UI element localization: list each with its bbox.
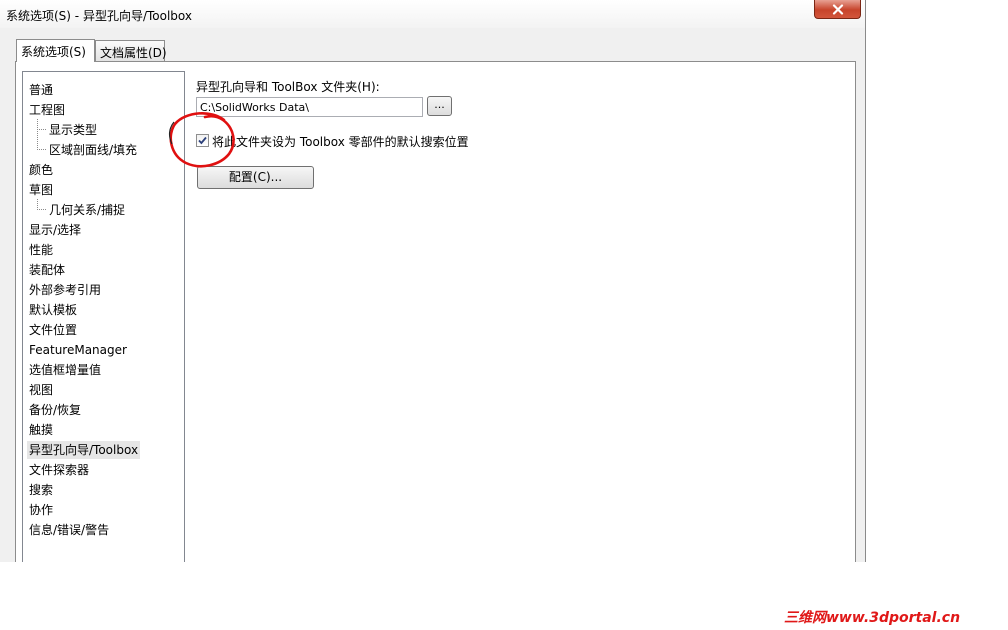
tree-item-file-locations[interactable]: 文件位置 xyxy=(27,321,79,339)
tree-item-view[interactable]: 视图 xyxy=(27,381,55,399)
tab-content-panel: 普通 工程图 显示类型 区域剖面线/填充 颜色 草图 几何关系/捕捉 显示/选择… xyxy=(15,61,856,562)
tab-document-properties[interactable]: 文档属性(D) xyxy=(95,40,167,61)
window-title: 系统选项(S) - 异型孔向导/Toolbox xyxy=(6,9,192,23)
tree-item-external-references[interactable]: 外部参考引用 xyxy=(27,281,103,299)
tree-connector xyxy=(37,129,46,150)
tree-item-drawings[interactable]: 工程图 xyxy=(27,101,67,119)
default-search-label: 将此文件夹设为 Toolbox 零部件的默认搜索位置 xyxy=(212,135,469,149)
title-bar[interactable]: 系统选项(S) - 异型孔向导/Toolbox xyxy=(0,0,865,28)
watermark-text: 三维网www.3dportal.cn xyxy=(784,609,960,626)
tree-item-assemblies[interactable]: 装配体 xyxy=(27,261,67,279)
tree-item-colors[interactable]: 颜色 xyxy=(27,161,55,179)
tree-item-area-hatch-fill[interactable]: 区域剖面线/填充 xyxy=(47,141,139,159)
system-options-dialog: 系统选项(S) - 异型孔向导/Toolbox 系统选项(S) 文档属性(D) … xyxy=(0,0,866,562)
red-circle-annotation xyxy=(168,112,235,168)
tree-item-featuremanager[interactable]: FeatureManager xyxy=(27,341,129,359)
tree-item-search[interactable]: 搜索 xyxy=(27,481,55,499)
tree-connector xyxy=(37,199,46,210)
browse-button[interactable]: ... xyxy=(427,96,452,116)
tree-item-hole-wizard-toolbox[interactable]: 异型孔向导/Toolbox xyxy=(27,441,141,459)
tree-item-display-selection[interactable]: 显示/选择 xyxy=(27,221,83,239)
tree-item-touch[interactable]: 触摸 xyxy=(27,421,55,439)
tab-document-properties-label: 文档属性(D) xyxy=(100,46,167,60)
close-icon xyxy=(832,3,843,15)
tree-item-default-templates[interactable]: 默认模板 xyxy=(27,301,79,319)
tree-item-file-explorer[interactable]: 文件探索器 xyxy=(27,461,91,479)
tree-item-general[interactable]: 普通 xyxy=(27,81,55,99)
tree-item-collaboration[interactable]: 协作 xyxy=(27,501,55,519)
tab-system-options[interactable]: 系统选项(S) xyxy=(16,39,95,62)
site-watermark: 三维网www.3dportal.cn xyxy=(784,609,960,626)
tree-item-sketch[interactable]: 草图 xyxy=(27,181,55,199)
tree-item-relations-snaps[interactable]: 几何关系/捕捉 xyxy=(47,201,127,219)
tree-item-spin-box-increments[interactable]: 选值框增量值 xyxy=(27,361,103,379)
tree-item-messages-errors-warnings[interactable]: 信息/错误/警告 xyxy=(27,521,111,539)
toolbox-folder-label: 异型孔向导和 ToolBox 文件夹(H): xyxy=(196,80,380,94)
tree-item-display-style[interactable]: 显示类型 xyxy=(47,121,99,139)
options-tree[interactable]: 普通 工程图 显示类型 区域剖面线/填充 颜色 草图 几何关系/捕捉 显示/选择… xyxy=(22,71,185,562)
tree-item-performance[interactable]: 性能 xyxy=(27,241,55,259)
tree-item-backup-recover[interactable]: 备份/恢复 xyxy=(27,401,83,419)
tab-system-options-label: 系统选项(S) xyxy=(21,45,86,59)
close-button[interactable] xyxy=(814,0,861,19)
